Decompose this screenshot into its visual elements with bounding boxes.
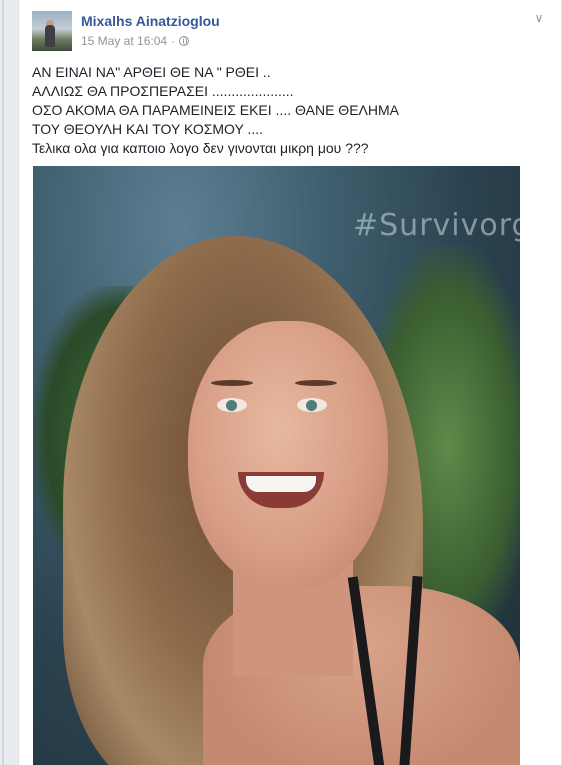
post-card: Mixalhs Ainatzioglou 15 May at 16:04 · ∨… (18, 0, 562, 765)
left-gutter (0, 0, 18, 765)
post-photo[interactable]: #Survivorg (33, 166, 520, 765)
chevron-down-icon[interactable]: ∨ (531, 10, 547, 26)
post-text-line: ΤΟΥ ΘΕΟΥΛΗ ΚΑΙ ΤΟΥ ΚΟΣΜΟΥ .... (32, 121, 264, 137)
avatar[interactable] (32, 11, 72, 51)
post-meta: 15 May at 16:04 · (81, 34, 190, 48)
post-text: ΑΝ ΕΙΝΑΙ ΝΑ" ΑΡΘΕΙ ΘΕ ΝΑ " ΡΘΕΙ .. ΑΛΛΙΩ… (32, 63, 532, 158)
post-author-link[interactable]: Mixalhs Ainatzioglou (81, 13, 220, 29)
post-text-line: ΟΣΟ ΑΚΟΜΑ ΘΑ ΠΑΡΑΜΕΙΝΕΙΣ ΕΚΕΙ .... ΘΑΝΕ … (32, 102, 399, 118)
gutter-divider (2, 0, 4, 765)
post-text-line: Τελικα ολα για καποιο λογο δεν γινονται … (32, 140, 369, 156)
globe-icon[interactable] (179, 36, 190, 46)
photo-watermark: #Survivorg (353, 208, 520, 243)
post-text-line: ΑΛΛΙΩΣ ΘΑ ΠΡΟΣΠΕΡΑΣΕΙ ..................… (32, 83, 294, 99)
post-timestamp[interactable]: 15 May at 16:04 (81, 34, 167, 48)
post-text-line: ΑΝ ΕΙΝΑΙ ΝΑ" ΑΡΘΕΙ ΘΕ ΝΑ " ΡΘΕΙ .. (32, 64, 271, 80)
meta-separator: · (171, 34, 176, 48)
